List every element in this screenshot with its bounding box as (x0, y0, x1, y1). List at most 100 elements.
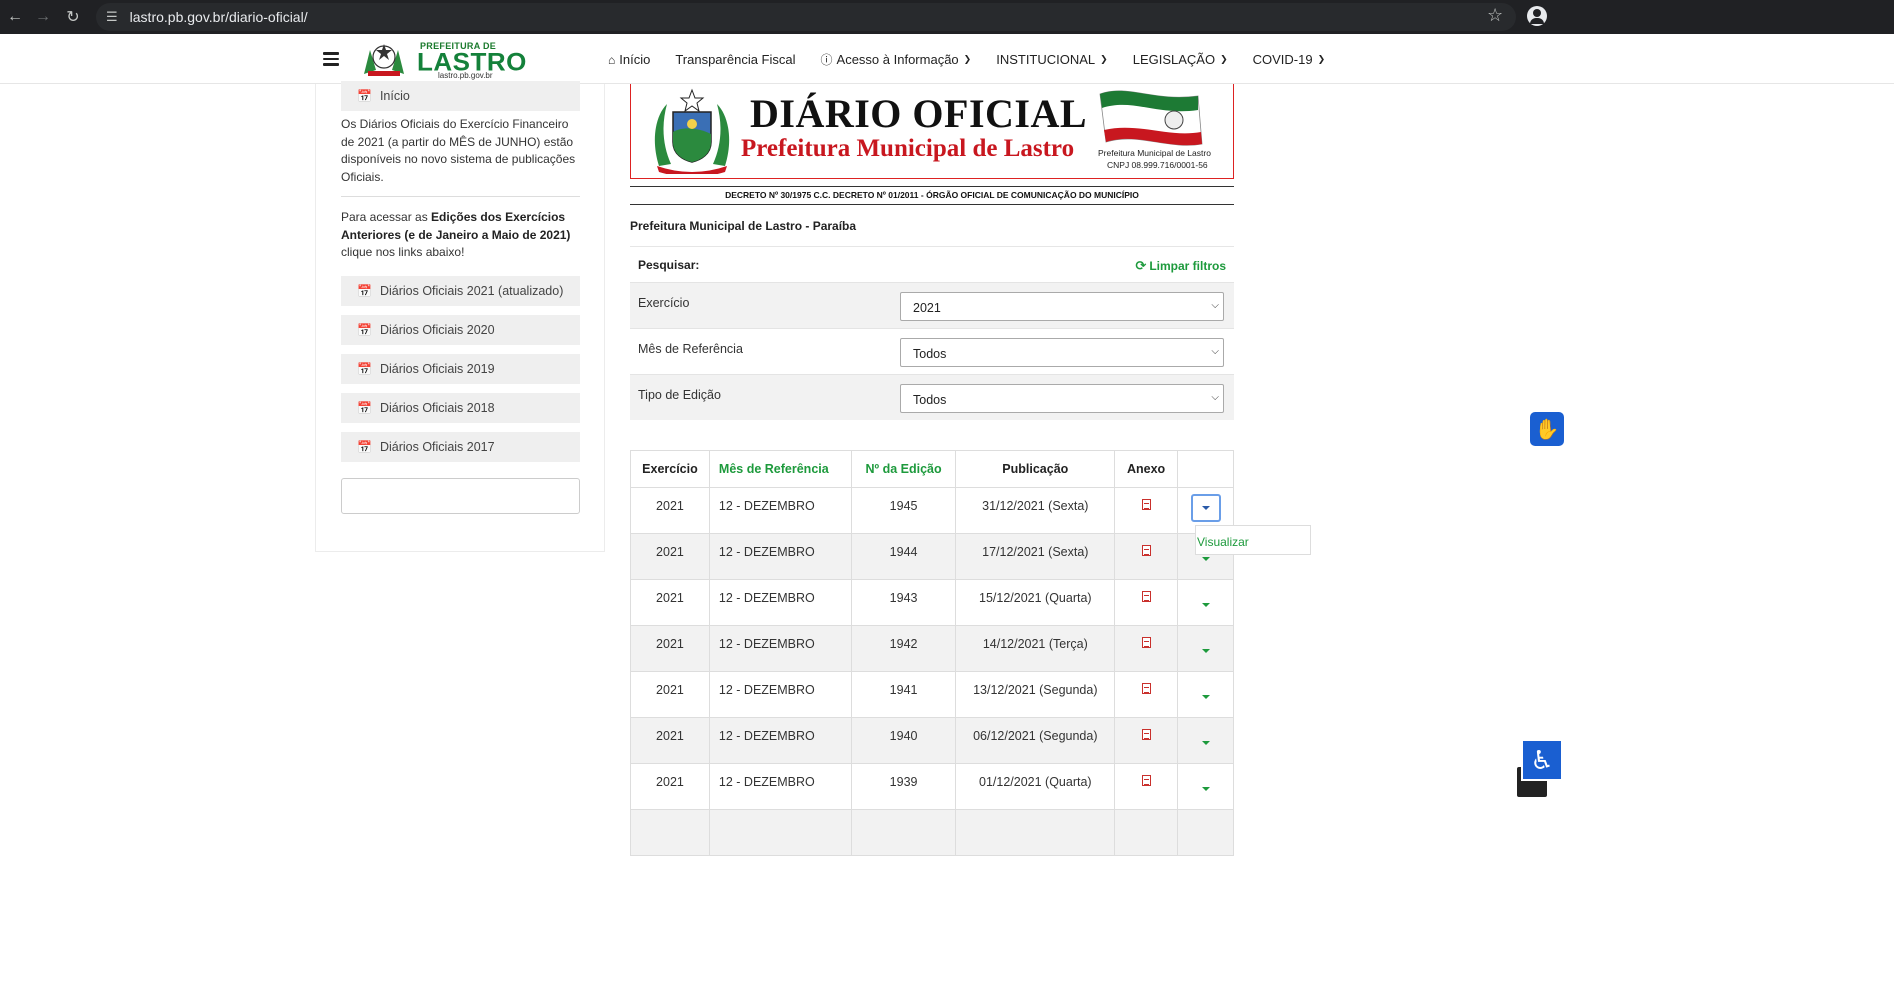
cell-edicao: 1943 (850, 579, 957, 626)
bookmark-star-icon[interactable]: ☆ (1487, 5, 1503, 26)
sidebar-link-label: Diários Oficiais 2019 (379, 362, 495, 376)
pdf-icon[interactable] (1141, 545, 1151, 556)
caret-down-icon[interactable] (1201, 741, 1210, 745)
sidebar-link-2019[interactable]: 📅 Diários Oficiais 2019 (341, 354, 580, 384)
divider (630, 246, 1234, 247)
pdf-icon[interactable] (1141, 499, 1151, 510)
cell-anexo (1114, 763, 1179, 810)
sidebar-link-2018[interactable]: 📅 Diários Oficiais 2018 (341, 393, 580, 423)
col-edicao[interactable]: Nº da Edição (850, 450, 957, 488)
chevron-down-icon: ❯ (1100, 54, 1108, 64)
nav-label: COVID-19 (1252, 52, 1313, 67)
table-row (630, 809, 1234, 856)
col-publicacao[interactable]: Publicação (955, 450, 1116, 488)
caret-down-icon[interactable] (1201, 649, 1210, 653)
cell-mes: 12 - DEZEMBRO (708, 625, 852, 672)
calendar-icon: 📅 (357, 401, 372, 415)
nav-institucional[interactable]: INSTITUCIONAL ❯ (996, 51, 1108, 68)
cell-edicao: 1942 (850, 625, 957, 672)
site-info-icon[interactable]: ☰ (106, 9, 118, 25)
decree-line: DECRETO Nº 30/1975 C.C. DECRETO Nº 01/20… (630, 186, 1234, 205)
sidebar-home-label: Início (379, 89, 410, 103)
cell-edicao (850, 809, 957, 856)
visualizar-option[interactable]: Visualizar (1197, 535, 1249, 549)
accessibility-icon[interactable]: ♿ (1521, 739, 1563, 781)
nav-legislacao[interactable]: LEGISLAÇÃO ❯ (1133, 51, 1228, 68)
exercicio-select[interactable]: 2021 ⌵ (900, 292, 1224, 321)
calendar-icon: 📅 (357, 89, 372, 103)
cell-edicao: 1940 (850, 717, 957, 764)
filter-label: Tipo de Edição (638, 388, 721, 402)
select-value: Todos (913, 347, 947, 361)
url-text: lastro.pb.gov.br/diario-oficial/ (129, 9, 308, 25)
chevron-down-icon: ❯ (963, 54, 972, 64)
nav-label: Transparência Fiscal (675, 52, 796, 67)
pdf-icon[interactable] (1141, 591, 1151, 602)
col-actions (1177, 450, 1234, 488)
nav-inicio[interactable]: ⌂ Início (608, 51, 650, 68)
nav-label: Acesso à Informação (836, 52, 959, 67)
forward-icon[interactable]: → (28, 0, 58, 34)
caret-down-icon[interactable] (1201, 787, 1210, 791)
cell-exercicio: 2021 (630, 487, 710, 534)
cell-actions (1177, 809, 1234, 856)
clear-filters-label: Limpar filtros (1149, 259, 1226, 273)
cell-mes: 12 - DEZEMBRO (708, 763, 852, 810)
col-exercicio[interactable]: Exercício (630, 450, 710, 488)
coat-of-arms-icon (654, 88, 730, 174)
pdf-icon[interactable] (1141, 637, 1151, 648)
sidebar-link-label: Diários Oficiais 2021 (atualizado) (379, 284, 564, 298)
sidebar-divider (341, 196, 580, 197)
chevron-down-icon: ❯ (1317, 54, 1326, 64)
cell-anexo (1114, 579, 1179, 626)
cell-exercicio (630, 809, 710, 856)
logo-url: lastro.pb.gov.br (438, 71, 493, 80)
caret-down-icon[interactable] (1201, 695, 1210, 699)
caret-down-icon[interactable] (1201, 603, 1210, 607)
cell-edicao: 1945 (850, 487, 957, 534)
chevron-down-icon: ⌵ (1211, 300, 1219, 311)
actions-dropdown-button[interactable] (1190, 494, 1221, 522)
col-mes-referencia[interactable]: Mês de Referência (708, 450, 852, 488)
sidebar-home-button[interactable]: 📅 Início (341, 81, 580, 111)
cell-mes: 12 - DEZEMBRO (708, 579, 852, 626)
browser-toolbar: ← → ↻ ☰ lastro.pb.gov.br/diario-oficial/… (0, 0, 1894, 34)
sidebar-access-text: Para acessar as Edições dos Exercícios A… (341, 209, 581, 262)
main-nav: ⌂ Início Transparência Fiscal ⓘ Acesso à… (608, 51, 1350, 68)
mes-referencia-select[interactable]: Todos ⌵ (900, 338, 1224, 367)
sidebar-link-2021[interactable]: 📅 Diários Oficiais 2021 (atualizado) (341, 276, 580, 306)
reload-icon[interactable]: ↻ (58, 0, 88, 34)
back-icon[interactable]: ← (0, 0, 30, 34)
info-icon: ⓘ (820, 53, 833, 67)
pdf-icon[interactable] (1141, 683, 1151, 694)
profile-icon[interactable] (1527, 6, 1547, 26)
calendar-icon: 📅 (357, 440, 372, 454)
address-bar[interactable]: ☰ lastro.pb.gov.br/diario-oficial/ (96, 3, 1516, 31)
cell-actions (1177, 579, 1234, 626)
cell-publicacao: 13/12/2021 (Segunda) (955, 671, 1116, 718)
hamburger-menu-icon[interactable] (323, 52, 339, 66)
sidebar-link-2020[interactable]: 📅 Diários Oficiais 2020 (341, 315, 580, 345)
clear-filters-link[interactable]: ⟳ Limpar filtros (1135, 258, 1226, 274)
tipo-edicao-select[interactable]: Todos ⌵ (900, 384, 1224, 413)
nav-covid-19[interactable]: COVID-19 ❯ (1253, 51, 1326, 68)
site-logo[interactable]: PREFEITURA DE LASTRO lastro.pb.gov.br (358, 40, 526, 80)
filter-mes-referencia: Mês de Referência Todos ⌵ (630, 328, 1234, 374)
sidebar-link-2017[interactable]: 📅 Diários Oficiais 2017 (341, 432, 580, 462)
sign-language-icon[interactable]: ✋ (1530, 412, 1564, 446)
flag-caption: Prefeitura Municipal de Lastro (1098, 148, 1211, 158)
nav-acesso-informacao[interactable]: ⓘ Acesso à Informação ❯ (821, 51, 972, 68)
actions-dropdown-menu: Visualizar (1195, 525, 1311, 555)
cell-actions (1177, 625, 1234, 672)
pdf-icon[interactable] (1141, 775, 1151, 786)
pdf-icon[interactable] (1141, 729, 1151, 740)
cell-exercicio: 2021 (630, 625, 710, 672)
access-prefix: Para acessar as (341, 210, 432, 224)
nav-transparencia-fiscal[interactable]: Transparência Fiscal (675, 51, 795, 68)
cell-exercicio: 2021 (630, 763, 710, 810)
table-row: 2021 12 - DEZEMBRO 1941 13/12/2021 (Segu… (630, 671, 1234, 718)
refresh-icon: ⟳ (1135, 258, 1147, 273)
chevron-down-icon: ⌵ (1211, 346, 1219, 357)
coat-of-arms-icon (364, 44, 404, 76)
caret-down-icon[interactable] (1201, 557, 1210, 561)
